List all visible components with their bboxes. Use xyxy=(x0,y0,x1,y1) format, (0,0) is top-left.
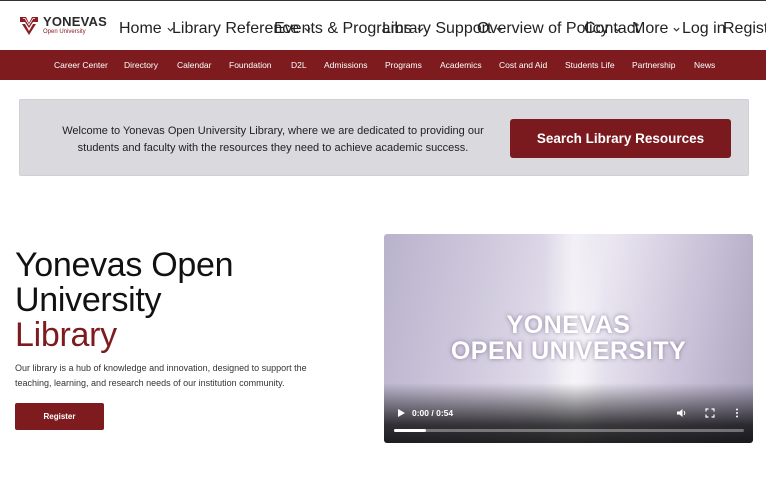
video-player[interactable]: YONEVAS OPEN UNIVERSITY 0:00 / 0:54 xyxy=(384,234,753,443)
nav-label: Library Support xyxy=(382,20,492,37)
video-overlay-line-2: OPEN UNIVERSITY xyxy=(450,337,687,365)
video-progress-fill xyxy=(394,429,426,432)
subnav-calendar[interactable]: Calendar xyxy=(177,60,212,70)
subnav-academics[interactable]: Academics xyxy=(440,60,482,70)
secondary-navigation: Career Center Directory Calendar Foundat… xyxy=(0,50,766,80)
nav-label: More xyxy=(632,20,669,37)
search-library-resources-button[interactable]: Search Library Resources xyxy=(510,119,731,158)
welcome-text: Welcome to Yonevas Open University Libra… xyxy=(62,125,484,154)
play-icon[interactable] xyxy=(396,408,406,418)
title-line-1: Yonevas Open xyxy=(15,246,234,284)
logo-name: YONEVAS xyxy=(43,14,108,29)
subnav-cost-and-aid[interactable]: Cost and Aid xyxy=(499,60,547,70)
video-overlay-line-1: YONEVAS xyxy=(506,311,631,339)
subnav-foundation[interactable]: Foundation xyxy=(229,60,272,70)
volume-icon[interactable] xyxy=(676,408,687,418)
subnav-admissions[interactable]: Admissions xyxy=(324,60,367,70)
fullscreen-icon[interactable] xyxy=(705,408,715,418)
subnav-directory[interactable]: Directory xyxy=(124,60,158,70)
nav-home[interactable]: Home xyxy=(119,20,174,38)
subnav-career-center[interactable]: Career Center xyxy=(54,60,108,70)
nav-label: Home xyxy=(119,20,162,37)
video-time: 0:00 / 0:54 xyxy=(412,408,454,418)
logo-subtitle: Open University xyxy=(43,29,86,35)
title-line-3: Library xyxy=(15,316,117,354)
nav-label: Log in xyxy=(682,20,726,37)
video-progress-bar[interactable] xyxy=(394,429,744,432)
subnav-programs[interactable]: Programs xyxy=(385,60,422,70)
nav-label: Contact xyxy=(584,20,640,37)
hero-description: Our library is a hub of knowledge and in… xyxy=(15,363,307,388)
nav-label: Register xyxy=(723,20,766,37)
title-line-2: University xyxy=(15,281,162,319)
nav-more[interactable]: More xyxy=(632,20,680,38)
nav-register[interactable]: Register xyxy=(723,20,766,38)
top-navigation: YONEVAS Open University Home Library Ref… xyxy=(0,0,766,50)
subnav-d2l[interactable]: D2L xyxy=(291,60,307,70)
subnav-partnership[interactable]: Partnership xyxy=(632,60,675,70)
nav-log-in[interactable]: Log in xyxy=(682,20,726,38)
site-logo[interactable]: YONEVAS Open University xyxy=(18,14,107,36)
chevron-down-icon xyxy=(673,27,680,32)
nav-contact[interactable]: Contact xyxy=(584,20,639,38)
page-title: Yonevas Open University Library xyxy=(15,246,234,354)
subnav-news[interactable]: News xyxy=(694,60,715,70)
welcome-banner: Welcome to Yonevas Open University Libra… xyxy=(19,99,749,176)
register-button[interactable]: Register xyxy=(15,403,104,430)
shield-emblem-icon xyxy=(20,17,38,35)
video-overlay-title: YONEVAS OPEN UNIVERSITY xyxy=(384,312,753,364)
more-options-icon[interactable] xyxy=(735,408,739,418)
subnav-students-life[interactable]: Students Life xyxy=(565,60,615,70)
